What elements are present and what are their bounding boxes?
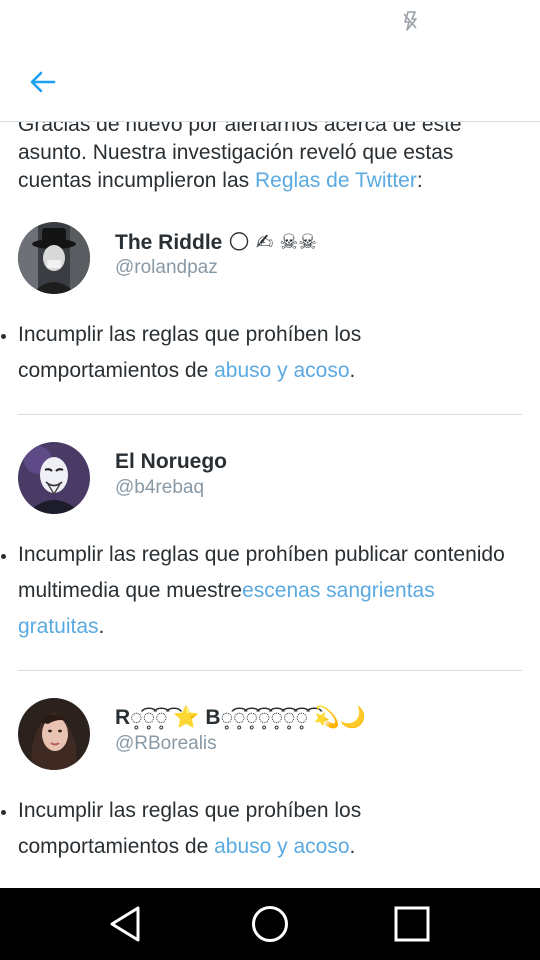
recents-square-icon xyxy=(394,906,430,942)
intro-paragraph: Gracias de nuevo por alertarnos acerca d… xyxy=(18,122,528,195)
nav-home-button[interactable] xyxy=(225,888,315,960)
bullet xyxy=(1,334,6,339)
account-name[interactable]: R◌̥͡◌̥͡◌̥͡ ⭐ B◌̥͡◌̥͡◌̥͡◌̥͡◌̥͡◌̥͡◌̥͡ 💫🌙 xyxy=(115,706,366,730)
avatar-image xyxy=(18,698,90,770)
twitter-rules-link[interactable]: Reglas de Twitter xyxy=(255,169,417,192)
avatar-image xyxy=(18,442,90,514)
home-circle-icon xyxy=(252,906,288,942)
divider xyxy=(18,670,522,671)
account-name[interactable]: The Riddle 🌕 ✍ ☠☠ xyxy=(115,230,317,255)
abuse-harassment-link[interactable]: abuso y acoso xyxy=(214,359,349,382)
account-handle[interactable]: @b4rebaq xyxy=(115,477,204,499)
account-handle[interactable]: @rolandpaz xyxy=(115,257,218,279)
bullet xyxy=(1,810,6,815)
avatar[interactable] xyxy=(18,698,90,770)
intro-end: : xyxy=(416,169,423,192)
arrow-left-icon xyxy=(30,71,56,93)
report-content[interactable]: Gracias de nuevo por alertarnos acerca d… xyxy=(0,122,540,888)
account-handle[interactable]: @RBorealis xyxy=(115,733,217,755)
nav-back-button[interactable] xyxy=(81,888,171,960)
avatar-image xyxy=(18,222,90,294)
flash-off-icon xyxy=(403,11,417,31)
avatar[interactable] xyxy=(18,442,90,514)
bullet xyxy=(1,554,6,559)
avatar[interactable] xyxy=(18,222,90,294)
violation-item: Incumplir las reglas que prohíben los co… xyxy=(1,793,518,865)
violation-item: Incumplir las reglas que prohíben public… xyxy=(1,537,518,645)
violation-end: . xyxy=(98,615,105,638)
app-bar xyxy=(0,40,540,122)
status-bar xyxy=(0,0,540,40)
violation-end: . xyxy=(349,835,356,858)
back-triangle-icon xyxy=(110,906,140,942)
violation-item: Incumplir las reglas que prohíben los co… xyxy=(1,317,518,389)
account-name[interactable]: El Noruego xyxy=(115,450,227,474)
divider xyxy=(18,414,522,415)
violation-end: . xyxy=(349,359,356,382)
back-button[interactable] xyxy=(22,62,62,102)
nav-recents-button[interactable] xyxy=(367,888,457,960)
system-navigation-bar xyxy=(0,888,540,960)
abuse-harassment-link[interactable]: abuso y acoso xyxy=(214,835,349,858)
